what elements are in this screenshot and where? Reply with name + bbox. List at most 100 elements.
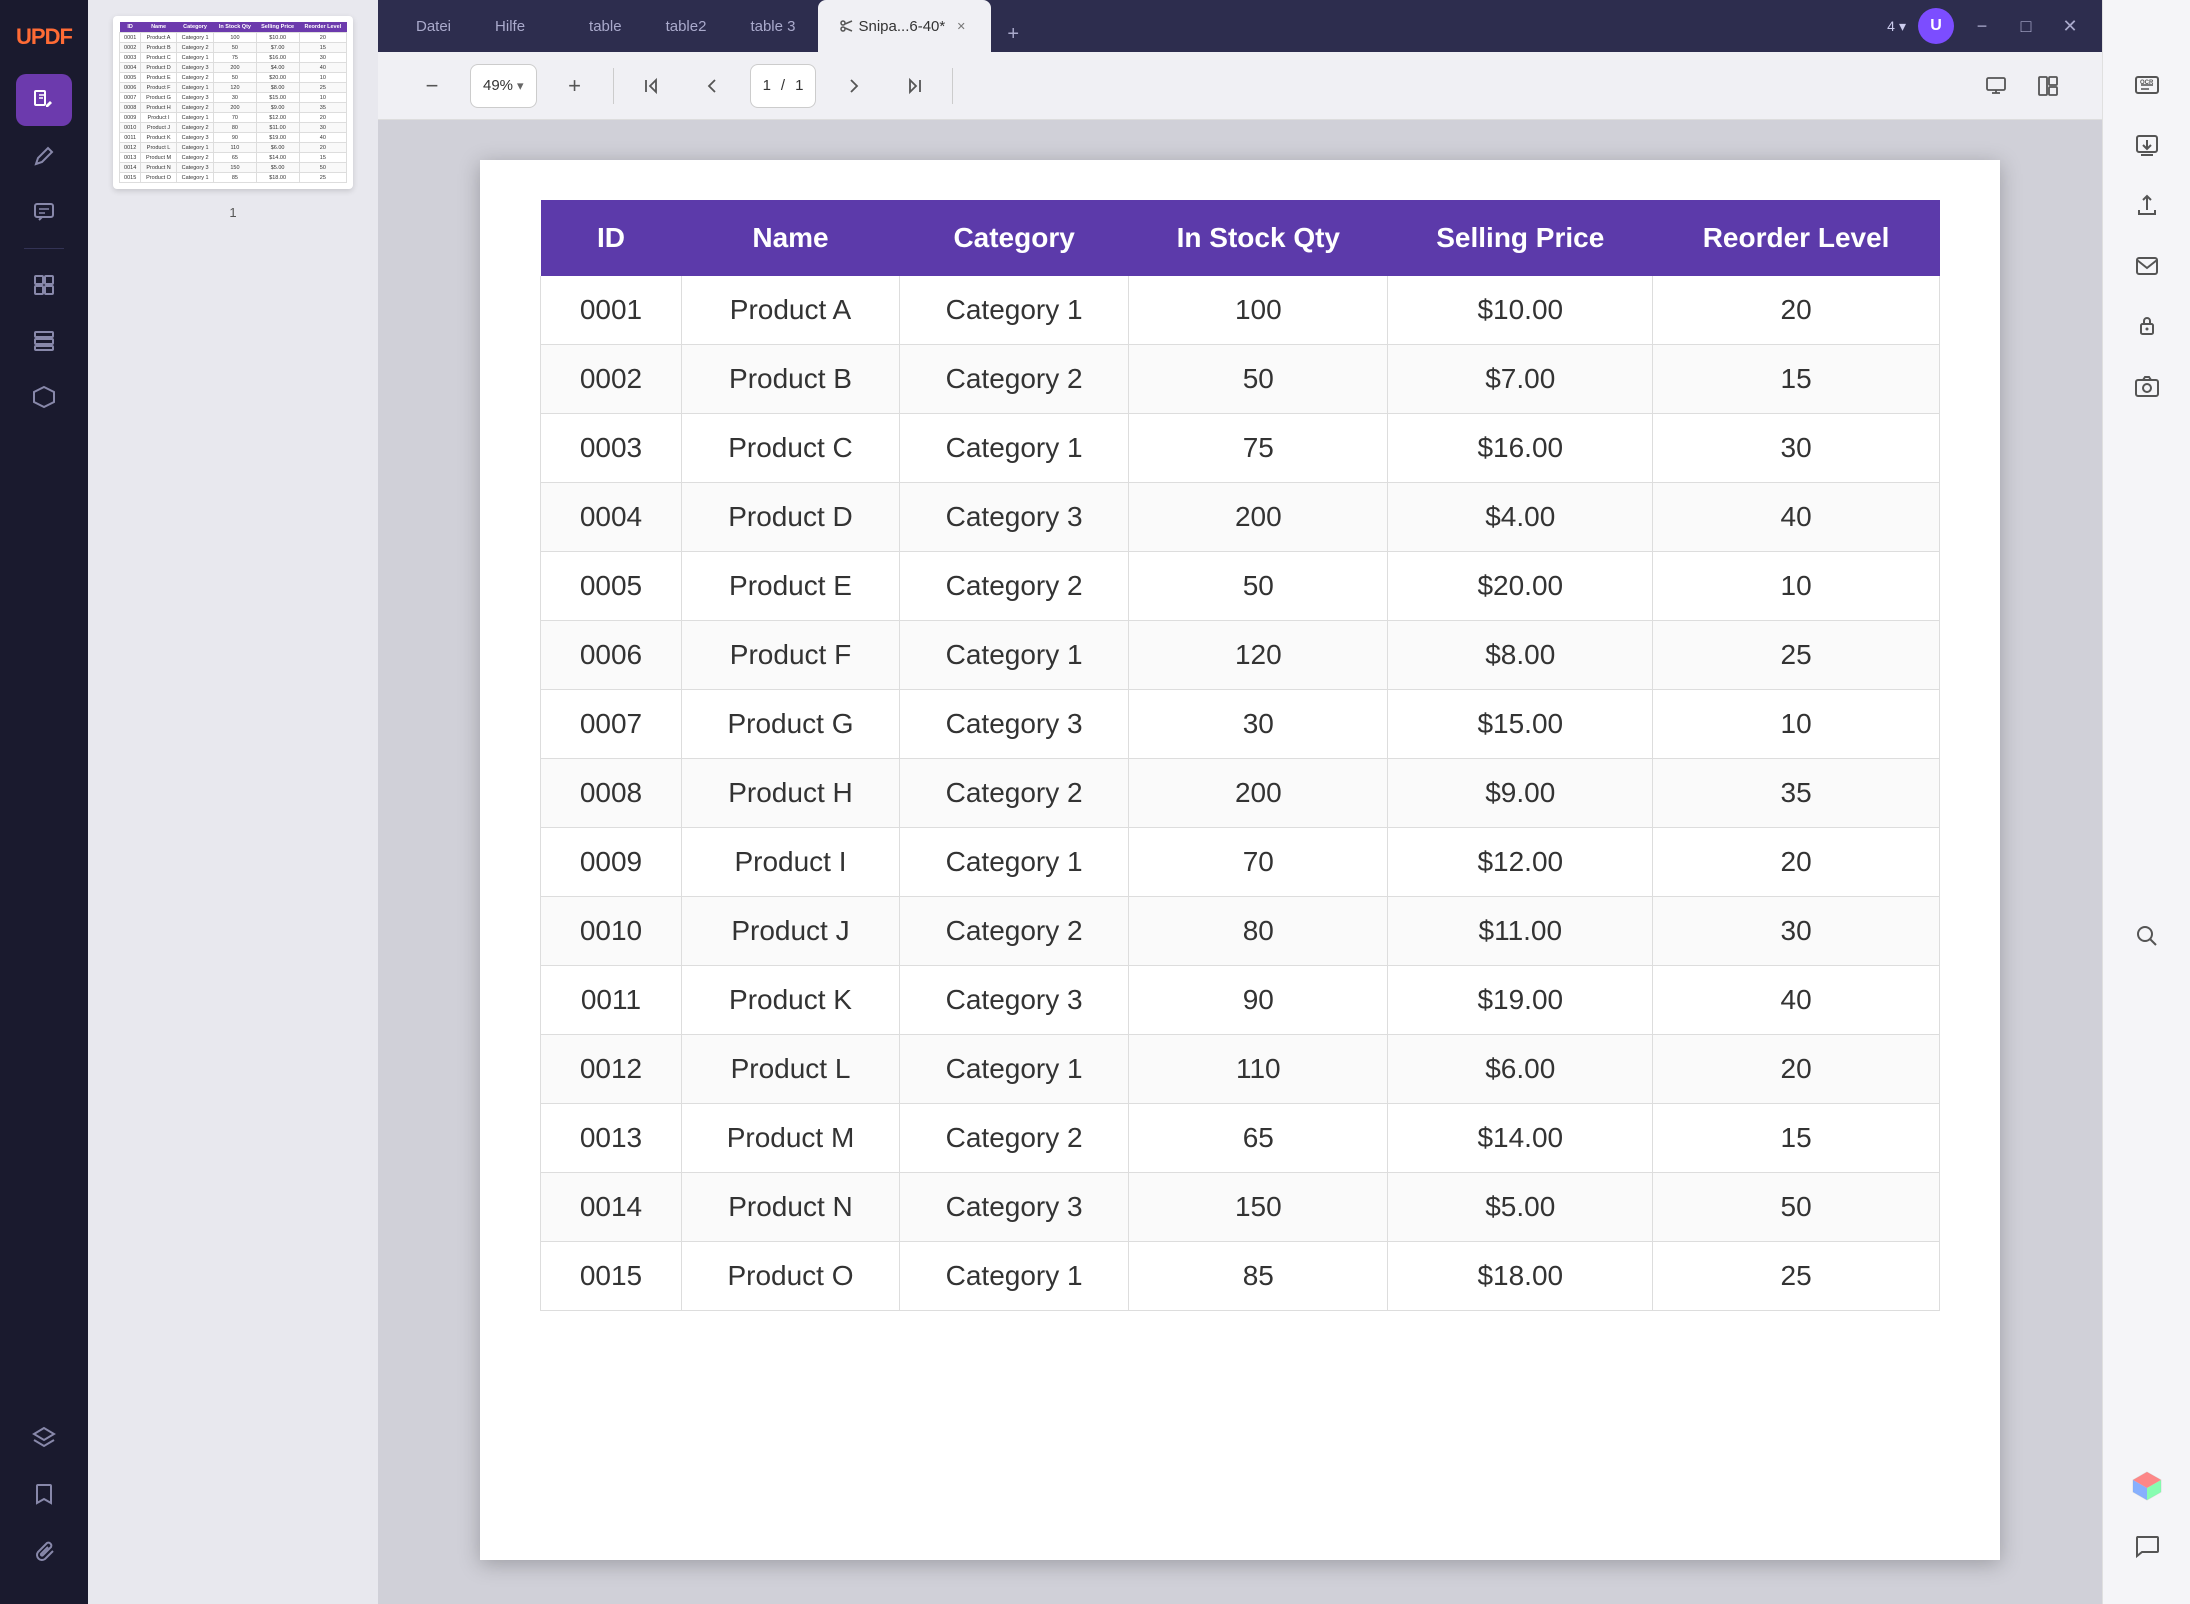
tab-datei[interactable]: Datei [394,0,473,52]
right-sidebar-bottom [2119,1460,2175,1588]
upload-icon [2134,193,2160,219]
layers-icon [32,1426,56,1450]
upload-button[interactable] [2119,180,2175,232]
thumbnail-table-row: 0006Product FCategory 1120$8.0025 [120,83,347,93]
close-tab-button[interactable]: ✕ [953,18,969,34]
toolbar: − 49% ▾ + 1 / 1 [378,52,2102,120]
zoom-control[interactable]: 49% ▾ [470,64,537,108]
thumbnail-table-row: 0014Product NCategory 3150$5.0050 [120,163,347,173]
thumbnail-table-row: 0011Product KCategory 390$19.0040 [120,133,347,143]
sidebar-item-convert[interactable] [16,371,72,423]
updf-colorful-button[interactable] [2119,1460,2175,1512]
table-row: 0009Product ICategory 170$12.0020 [541,828,1940,897]
thumbnail-table-row: 0012Product LCategory 1110$6.0020 [120,143,347,153]
main-area: Datei Hilfe table table2 table 3 [378,0,2102,1604]
convert-icon [32,385,56,409]
page-last-button[interactable] [892,64,936,108]
zoom-in-button[interactable]: + [553,64,597,108]
table-row: 0004Product DCategory 3200$4.0040 [541,483,1940,552]
page-first-icon [642,76,662,96]
thumbnail-table: IDNameCategoryIn Stock QtySelling PriceR… [119,22,347,183]
page-prev-button[interactable] [690,64,734,108]
table-row: 0002Product BCategory 250$7.0015 [541,345,1940,414]
page-next-button[interactable] [832,64,876,108]
page-next-icon [844,76,864,96]
page-first-button[interactable] [630,64,674,108]
page-nav: 1 / 1 [750,64,817,108]
sidebar-item-edit[interactable] [16,74,72,126]
sidebar-bottom [16,1412,72,1592]
tab-snipa[interactable]: Snipa...6-40* ✕ [818,0,992,52]
password-button[interactable] [2119,300,2175,352]
present-button[interactable] [1974,64,2018,108]
user-avatar[interactable]: U [1918,8,1954,44]
sidebar-item-layers[interactable] [16,1412,72,1464]
thumbnail-table-row: 0005Product ECategory 250$20.0010 [120,73,347,83]
attachment-icon [32,1538,56,1562]
maximize-button[interactable]: □ [2010,10,2042,42]
ocr-button[interactable]: OCR [2119,60,2175,112]
thumbnail-card[interactable]: IDNameCategoryIn Stock QtySelling PriceR… [113,16,353,189]
document-view: IDNameCategoryIn Stock QtySelling PriceR… [378,120,2102,1604]
page-prev-icon [702,76,722,96]
pages-icon [32,273,56,297]
present-icon [1985,75,2007,97]
table-row: 0005Product ECategory 250$20.0010 [541,552,1940,621]
page-counter: 4 ▾ [1887,18,1906,35]
table-row: 0015Product OCategory 185$18.0025 [541,1242,1940,1311]
chat-icon [2134,1533,2160,1559]
title-bar-right: 4 ▾ U − □ ✕ [1887,8,2086,44]
table-row: 0007Product GCategory 330$15.0010 [541,690,1940,759]
toolbar-separator-2 [952,68,953,104]
comment-icon [32,200,56,224]
chat-button[interactable] [2119,1520,2175,1572]
thumbnail-table-row: 0001Product ACategory 1100$10.0020 [120,33,347,43]
table-row: 0012Product LCategory 1110$6.0020 [541,1035,1940,1104]
tab-hilfe[interactable]: Hilfe [473,0,547,52]
edit-icon [32,88,56,112]
thumbnail-table-row: 0009Product ICategory 170$12.0020 [120,113,347,123]
thumbnail-table-row: 0004Product DCategory 3200$4.0040 [120,63,347,73]
sidebar-item-organize[interactable] [16,315,72,367]
sidebar-item-annotate[interactable] [16,130,72,182]
logo: UPDF [0,12,88,62]
updf-colorful-icon [2129,1468,2165,1504]
sidebar-item-pages[interactable] [16,259,72,311]
right-sidebar: OCR [2102,0,2190,1604]
table-row: 0013Product MCategory 265$14.0015 [541,1104,1940,1173]
page-separator: / [781,77,785,94]
sidebar-item-attachment[interactable] [16,1524,72,1576]
table-row: 0008Product HCategory 2200$9.0035 [541,759,1940,828]
tab-table[interactable]: table [567,0,644,52]
search-button[interactable] [2119,910,2175,962]
minimize-button[interactable]: − [1966,10,1998,42]
email-icon [2134,253,2160,279]
sidebar-item-comment[interactable] [16,186,72,238]
tab-table2[interactable]: table2 [644,0,729,52]
table-row: 0003Product CCategory 175$16.0030 [541,414,1940,483]
grid-view-button[interactable] [2026,64,2070,108]
download-button[interactable] [2119,120,2175,172]
page-total: 1 [795,77,803,94]
scissors-icon [840,19,854,33]
data-table: IDNameCategoryIn Stock QtySelling PriceR… [540,200,1940,1311]
toolbar-right [1974,64,2070,108]
thumbnail-table-row: 0007Product GCategory 330$15.0010 [120,93,347,103]
sidebar-item-bookmark[interactable] [16,1468,72,1520]
zoom-value: 49% [483,77,513,94]
zoom-chevron: ▾ [517,78,524,94]
thumbnail-table-row: 0008Product HCategory 2200$9.0035 [120,103,347,113]
table-row: 0010Product JCategory 280$11.0030 [541,897,1940,966]
close-button[interactable]: ✕ [2054,10,2086,42]
thumbnail-panel: IDNameCategoryIn Stock QtySelling PriceR… [88,0,378,1604]
new-tab-button[interactable]: + [995,16,1031,52]
pdf-page: IDNameCategoryIn Stock QtySelling PriceR… [480,160,2000,1560]
toolbar-separator-1 [613,68,614,104]
zoom-out-button[interactable]: − [410,64,454,108]
tab-table3[interactable]: table 3 [728,0,817,52]
bookmark-icon [32,1482,56,1506]
email-button[interactable] [2119,240,2175,292]
search-icon [2134,923,2160,949]
thumbnail-table-row: 0010Product JCategory 280$11.0030 [120,123,347,133]
camera-button[interactable] [2119,360,2175,412]
